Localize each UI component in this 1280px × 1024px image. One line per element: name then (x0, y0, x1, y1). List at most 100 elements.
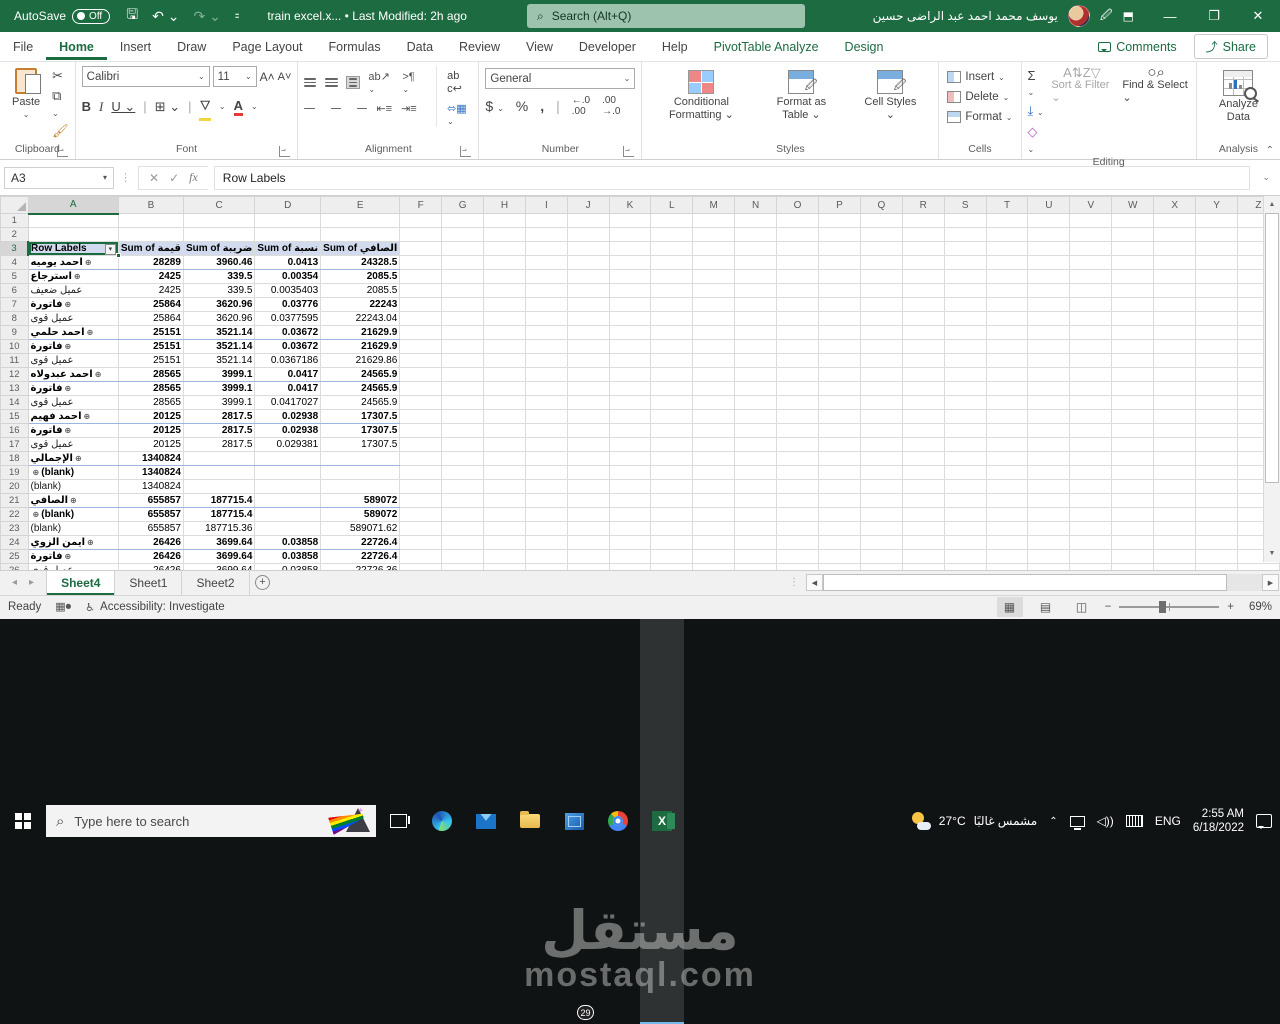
cell-C6[interactable]: 339.5 (183, 283, 256, 298)
cell-X12[interactable] (1153, 367, 1197, 382)
cell-C2[interactable] (183, 227, 256, 242)
cell-R16[interactable] (902, 423, 945, 438)
column-header-Q[interactable]: Q (859, 196, 903, 214)
column-header-G[interactable]: G (441, 196, 485, 214)
cell-C22[interactable]: 187715.4 (183, 507, 256, 522)
cell-B16[interactable]: 20125 (118, 423, 184, 438)
cell-N15[interactable] (734, 409, 778, 424)
cell-J15[interactable] (567, 409, 610, 424)
cell-L1[interactable] (650, 213, 694, 228)
cell-D9[interactable]: 0.03672 (254, 325, 322, 340)
row-header-4[interactable]: 4 (0, 255, 29, 270)
cell-R15[interactable] (902, 409, 945, 424)
scroll-left-icon[interactable]: ◀ (806, 574, 823, 591)
cell-O6[interactable] (776, 283, 820, 298)
font-family-select[interactable]: Calibri ⌄ (81, 66, 210, 87)
cell-B8[interactable]: 25864 (118, 311, 184, 326)
row-header-8[interactable]: 8 (0, 311, 29, 326)
cell-K4[interactable] (609, 255, 652, 270)
cell-W25[interactable] (1111, 549, 1155, 564)
cell-Q19[interactable] (860, 465, 903, 480)
row-header-11[interactable]: 11 (0, 353, 29, 368)
save-icon[interactable]: 🖫 (126, 4, 138, 28)
cell-A19[interactable]: ⊕ (blank) (28, 465, 119, 480)
cell-E2[interactable] (320, 227, 401, 242)
cell-E12[interactable]: 24565.9 (320, 367, 401, 382)
movies-app-button[interactable]: 29 (552, 619, 596, 1024)
cell-Y6[interactable] (1195, 283, 1238, 298)
cell-F26[interactable] (399, 563, 443, 570)
cell-H23[interactable] (483, 521, 526, 536)
cell-C5[interactable]: 339.5 (183, 269, 256, 284)
cell-L5[interactable] (650, 269, 694, 284)
format-cells-button[interactable]: Format ⌄ (945, 109, 1014, 125)
cell-O17[interactable] (776, 437, 820, 452)
cell-B18[interactable]: 1340824 (118, 451, 184, 466)
cell-I1[interactable] (525, 213, 568, 228)
cell-K25[interactable] (609, 549, 652, 564)
cell-R24[interactable] (902, 535, 945, 550)
cell-B17[interactable]: 20125 (118, 437, 184, 452)
cell-K8[interactable] (609, 311, 652, 326)
cell-E20[interactable] (320, 479, 401, 494)
cell-X11[interactable] (1153, 353, 1197, 368)
cell-H26[interactable] (483, 563, 526, 570)
comma-style-icon[interactable]: , (540, 98, 544, 114)
cell-A5[interactable]: استرجاع ⊕ (28, 269, 119, 284)
cell-T17[interactable] (986, 437, 1029, 452)
cell-J23[interactable] (567, 521, 610, 536)
cell-F24[interactable] (399, 535, 443, 550)
cell-O20[interactable] (776, 479, 820, 494)
cell-F3[interactable] (399, 241, 443, 256)
cell-Q23[interactable] (860, 521, 903, 536)
cell-V18[interactable] (1069, 451, 1113, 466)
cell-I23[interactable] (525, 521, 568, 536)
language-indicator[interactable]: ENG (1155, 814, 1181, 828)
cell-X5[interactable] (1153, 269, 1197, 284)
confirm-entry-icon[interactable]: ✓ (169, 171, 179, 185)
cell-B3[interactable]: Sum of قيمة (118, 241, 184, 256)
align-right-icon[interactable] (352, 104, 368, 113)
cell-H20[interactable] (483, 479, 526, 494)
cell-X18[interactable] (1153, 451, 1197, 466)
cell-Y13[interactable] (1195, 381, 1238, 396)
cell-P18[interactable] (818, 451, 861, 466)
cell-V1[interactable] (1069, 213, 1113, 228)
cell-H19[interactable] (483, 465, 526, 480)
cell-T10[interactable] (986, 339, 1029, 354)
cell-Y26[interactable] (1195, 563, 1238, 570)
expand-button[interactable]: ⊕ (68, 496, 79, 505)
tab-review[interactable]: Review (446, 34, 513, 60)
cell-L7[interactable] (650, 297, 694, 312)
scroll-right-icon[interactable]: ▶ (1262, 574, 1279, 591)
cell-P12[interactable] (818, 367, 861, 382)
cell-F21[interactable] (399, 493, 443, 508)
cell-H18[interactable] (483, 451, 526, 466)
cell-A23[interactable]: (blank) (28, 521, 119, 536)
cell-T4[interactable] (986, 255, 1029, 270)
cell-R3[interactable] (902, 241, 945, 256)
cell-N20[interactable] (734, 479, 778, 494)
cell-W23[interactable] (1111, 521, 1155, 536)
cell-M6[interactable] (692, 283, 736, 298)
cell-X10[interactable] (1153, 339, 1197, 354)
font-color-button[interactable]: A (233, 98, 243, 116)
cell-Q25[interactable] (860, 549, 903, 564)
cell-J6[interactable] (567, 283, 610, 298)
cell-I12[interactable] (525, 367, 568, 382)
cell-F25[interactable] (399, 549, 443, 564)
cell-W26[interactable] (1111, 563, 1155, 570)
search-box[interactable]: ⌕ Search (Alt+Q) (526, 4, 805, 28)
cell-E16[interactable]: 17307.5 (320, 423, 401, 438)
row-header-13[interactable]: 13 (0, 381, 29, 396)
cell-N2[interactable] (734, 227, 778, 242)
cell-U8[interactable] (1027, 311, 1071, 326)
align-middle-icon[interactable] (325, 78, 338, 87)
expand-button[interactable]: ⊕ (82, 412, 93, 421)
cell-V15[interactable] (1069, 409, 1113, 424)
cell-N3[interactable] (734, 241, 778, 256)
network-icon[interactable] (1069, 815, 1085, 830)
format-as-table-button[interactable]: Format as Table ⌄ (760, 68, 842, 124)
column-header-P[interactable]: P (818, 196, 861, 214)
cell-T5[interactable] (986, 269, 1029, 284)
